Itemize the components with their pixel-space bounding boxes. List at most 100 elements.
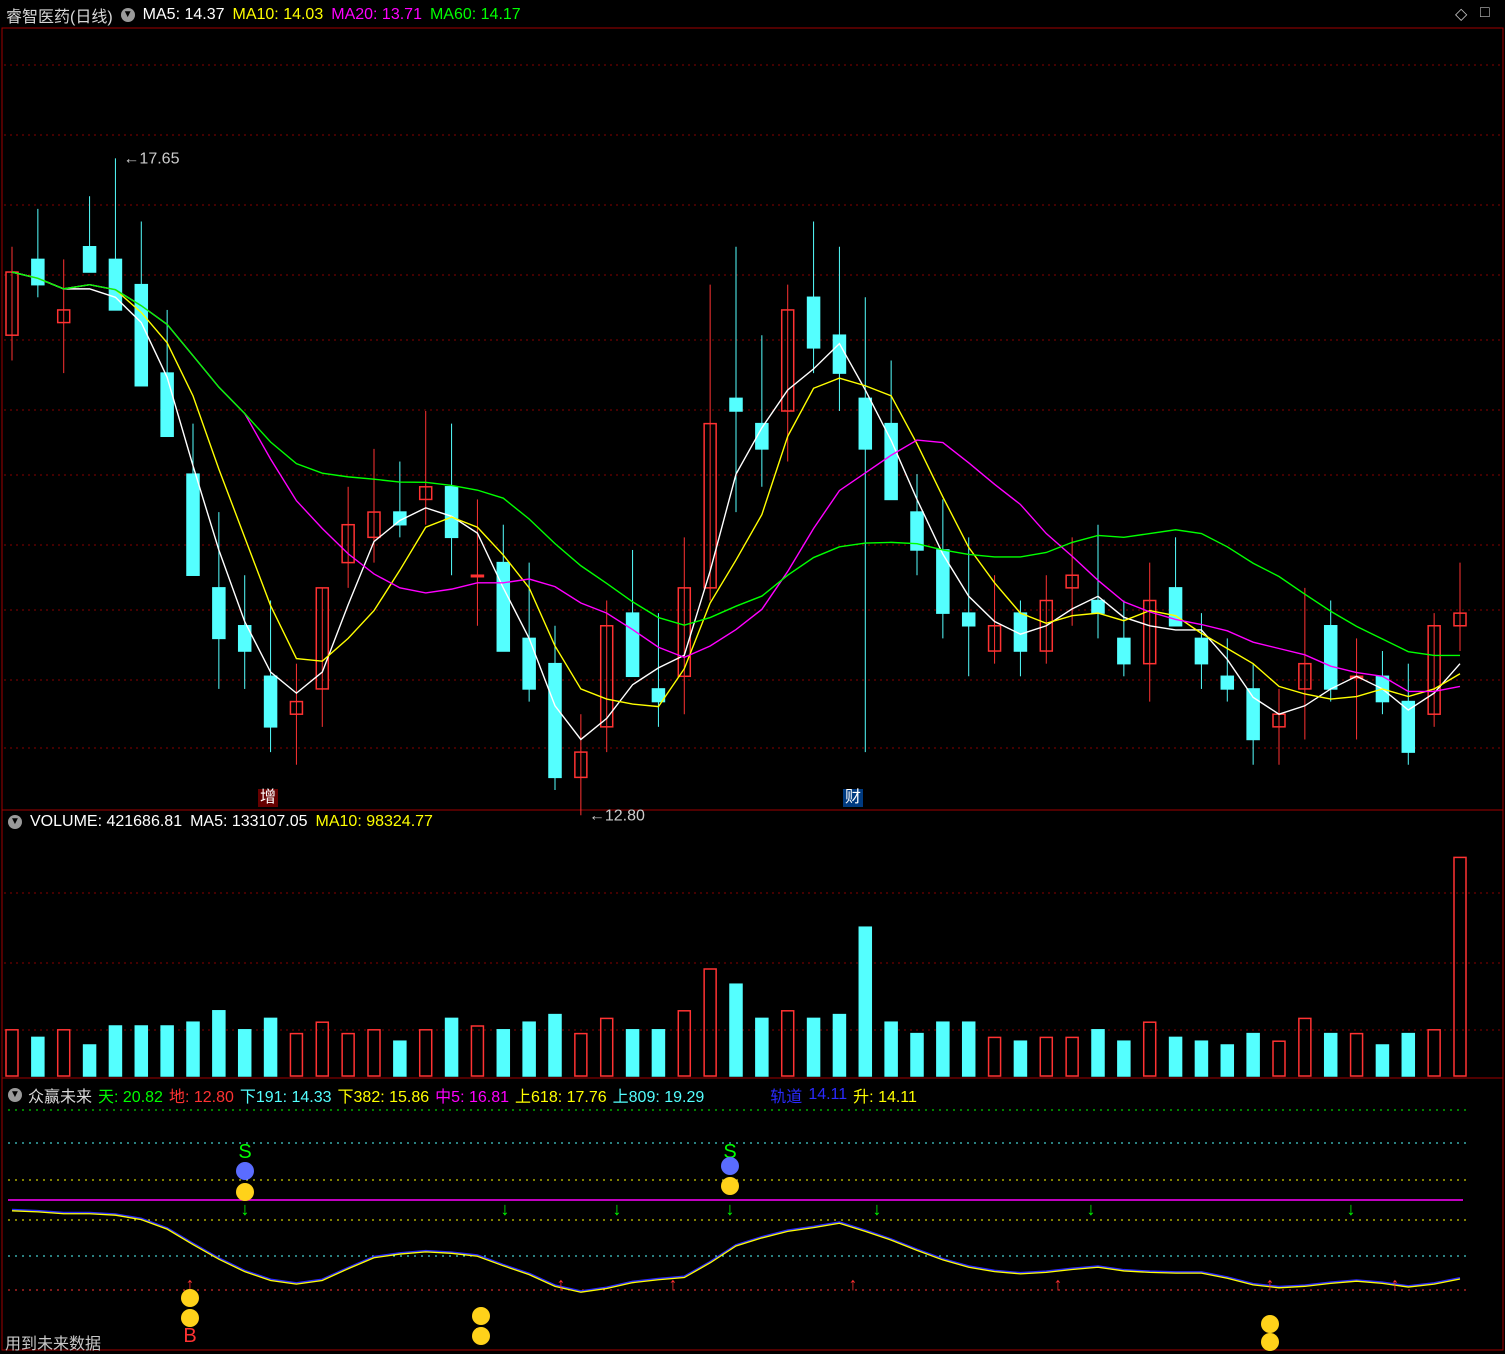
candle-body xyxy=(729,397,743,412)
candle-body xyxy=(522,637,536,690)
candle-body xyxy=(936,549,950,614)
diamond-icon[interactable]: ◇ xyxy=(1455,4,1467,24)
volume-bar xyxy=(858,926,873,1077)
volume-bar xyxy=(1298,1017,1312,1077)
stock-chart[interactable]: ←17.65←12.80SSBB↑↑↑↑↑↑↑↓↓↓↓↓↓↓ xyxy=(0,0,1505,1353)
candle-body xyxy=(444,486,459,539)
volume-bar xyxy=(961,1021,976,1077)
volume-bar xyxy=(625,1029,640,1077)
green-down-arrow-icon: ↓ xyxy=(873,1199,882,1219)
volume-bar xyxy=(1375,1044,1390,1077)
volume-bar xyxy=(1246,1032,1260,1077)
volume-bar xyxy=(496,1029,511,1077)
smiley-icon xyxy=(721,1177,739,1195)
ma10-value: MA10: 14.03 xyxy=(232,6,324,23)
candle-body xyxy=(82,246,97,273)
sheng-value: 升: 14.11 xyxy=(853,1089,917,1106)
volume-bar xyxy=(134,1025,149,1077)
volume-bar xyxy=(1349,1032,1364,1077)
volume-bar xyxy=(1220,1044,1235,1077)
smiley-icon xyxy=(1261,1333,1279,1351)
volume-bar xyxy=(263,1017,278,1077)
red-up-arrow-icon: ↑ xyxy=(1266,1274,1275,1294)
candle-body xyxy=(1091,599,1105,614)
volume-bar xyxy=(1065,1036,1079,1077)
volume-bar xyxy=(677,1010,692,1077)
volume-bar xyxy=(5,1029,19,1077)
low-marker: ←12.80 xyxy=(589,807,645,824)
volume-bar xyxy=(599,1017,614,1077)
volume-bar xyxy=(936,1021,950,1077)
volume-bar xyxy=(31,1036,45,1077)
volume-bar xyxy=(341,1032,355,1077)
volume-bar xyxy=(987,1036,1002,1077)
indicator-settings-icon[interactable]: ▼ xyxy=(8,1088,22,1102)
s809-value: 上809: 19.29 xyxy=(612,1089,705,1106)
volume-bar xyxy=(1091,1029,1105,1077)
candle-body xyxy=(1194,637,1209,665)
s-mark-1: S xyxy=(238,1141,251,1163)
cai-tag[interactable]: 财 xyxy=(843,789,864,807)
volume-bar xyxy=(82,1044,97,1077)
candle-body xyxy=(470,574,485,578)
s618-value: 上618: 17.76 xyxy=(515,1089,607,1106)
volume-bar xyxy=(444,1017,459,1077)
volume-bar xyxy=(1272,1040,1286,1077)
indicator-yellow-line xyxy=(11,1210,1461,1293)
x191-value: 下191: 14.33 xyxy=(239,1089,332,1106)
candle-body xyxy=(186,473,200,576)
x382-value: 下382: 15.86 xyxy=(337,1089,430,1106)
b-mark-0: B xyxy=(183,1325,196,1347)
volume-bar xyxy=(1117,1040,1131,1077)
volume-bar xyxy=(884,1021,898,1077)
guidao-label: 轨道 xyxy=(770,1089,803,1106)
volume-bar xyxy=(212,1010,226,1077)
ma20-value: MA20: 13.71 xyxy=(331,6,422,23)
indicator-name: 众赢未来 xyxy=(28,1089,93,1106)
candle-body xyxy=(31,258,45,286)
main-header: 睿智医药(日线) ▼ MA5: 14.37 MA10: 14.03 MA20: … xyxy=(6,3,521,27)
z5-value: 中5: 16.81 xyxy=(435,1089,510,1106)
frown-icon xyxy=(236,1162,254,1180)
zeng-tag[interactable]: 增 xyxy=(258,789,279,807)
settings-icon[interactable]: ▼ xyxy=(120,8,135,22)
volume-panel-border xyxy=(1,809,1504,1079)
volume-bar xyxy=(806,1017,821,1077)
candle-body xyxy=(1220,675,1235,690)
candle-body xyxy=(884,422,898,501)
volume-bar xyxy=(1323,1032,1338,1077)
volume-bar xyxy=(522,1021,536,1077)
volume-bar xyxy=(160,1025,174,1077)
red-up-arrow-icon: ↑ xyxy=(1391,1274,1400,1294)
volume-bar xyxy=(1194,1040,1209,1077)
volume-bar xyxy=(729,983,743,1077)
tian-value: 天: 20.82 xyxy=(98,1089,163,1106)
green-down-arrow-icon: ↓ xyxy=(1347,1199,1356,1219)
candle-body xyxy=(496,561,511,652)
close-icon[interactable]: □ xyxy=(1480,4,1490,22)
volume-settings-icon[interactable]: ▼ xyxy=(8,815,22,829)
volume-ma10: MA10: 98324.77 xyxy=(315,813,433,830)
indicator-blue-line xyxy=(11,1208,1461,1293)
candle-body xyxy=(858,397,873,450)
main-panel-border xyxy=(1,27,1504,811)
ma5-value: MA5: 14.37 xyxy=(142,6,225,23)
volume-bar xyxy=(548,1013,562,1077)
red-up-arrow-icon: ↑ xyxy=(669,1274,678,1294)
smiley-icon xyxy=(472,1327,490,1345)
candle-body xyxy=(160,372,174,438)
volume-bar xyxy=(1427,1029,1441,1077)
candle-body xyxy=(134,283,149,387)
indicator-panel-border xyxy=(1,1077,1504,1351)
candle-body xyxy=(961,612,976,627)
volume-header: ▼ VOLUME: 421686.81 MA5: 133107.05 MA10:… xyxy=(8,813,433,831)
smiley-icon xyxy=(181,1309,199,1327)
volume-bar xyxy=(910,1032,924,1077)
smiley-icon xyxy=(1261,1315,1279,1333)
volume-bar xyxy=(1168,1036,1183,1077)
red-up-arrow-icon: ↑ xyxy=(557,1274,566,1294)
volume-bar xyxy=(289,1032,304,1077)
volume-ma5: MA5: 133107.05 xyxy=(190,813,308,830)
volume-bar xyxy=(832,1013,847,1077)
red-up-arrow-icon: ↑ xyxy=(1054,1274,1063,1294)
